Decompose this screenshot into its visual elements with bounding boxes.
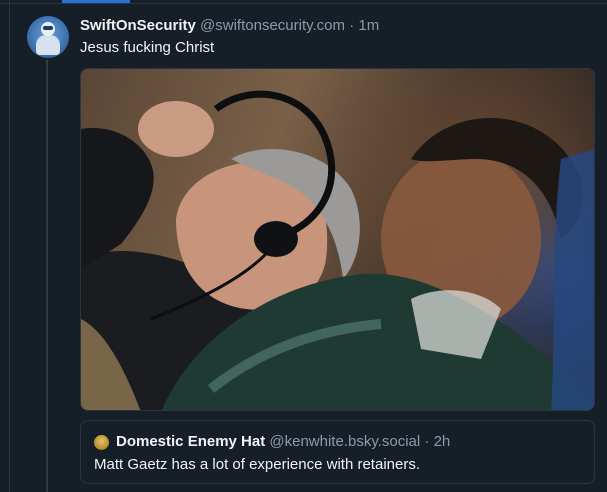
post-thread: SwiftOnSecurity @swiftonsecurity.com · 1… (0, 0, 607, 492)
author-display-name[interactable]: SwiftOnSecurity (80, 17, 196, 34)
photo-headset-earpiece (254, 221, 298, 257)
thread-connector-line (46, 60, 48, 492)
quoted-post[interactable]: Domestic Enemy Hat @kenwhite.bsky.social… (80, 420, 595, 484)
quoted-author-avatar[interactable] (94, 435, 109, 450)
author-avatar[interactable] (27, 16, 69, 58)
header-separator: · (349, 17, 355, 34)
quoted-post-header: Domestic Enemy Hat @kenwhite.bsky.social… (116, 433, 450, 450)
quoted-header-separator: · (424, 433, 430, 450)
quoted-author-display-name[interactable]: Domestic Enemy Hat (116, 433, 265, 450)
photo-illustration (81, 90, 594, 410)
photo-raised-arm (81, 128, 154, 269)
post-timestamp[interactable]: 1m (358, 17, 379, 34)
top-divider (0, 3, 607, 4)
quoted-post-timestamp[interactable]: 2h (434, 433, 451, 450)
quoted-author-handle[interactable]: @kenwhite.bsky.social (269, 433, 420, 450)
quoted-post-text: Matt Gaetz has a lot of experience with … (94, 456, 420, 473)
post-text: Jesus fucking Christ (80, 39, 215, 56)
post-image[interactable] (80, 68, 595, 411)
post-header: SwiftOnSecurity @swiftonsecurity.com · 1… (80, 17, 379, 34)
left-border (9, 0, 10, 492)
photo-hand (138, 101, 214, 157)
author-handle[interactable]: @swiftonsecurity.com (200, 17, 345, 34)
